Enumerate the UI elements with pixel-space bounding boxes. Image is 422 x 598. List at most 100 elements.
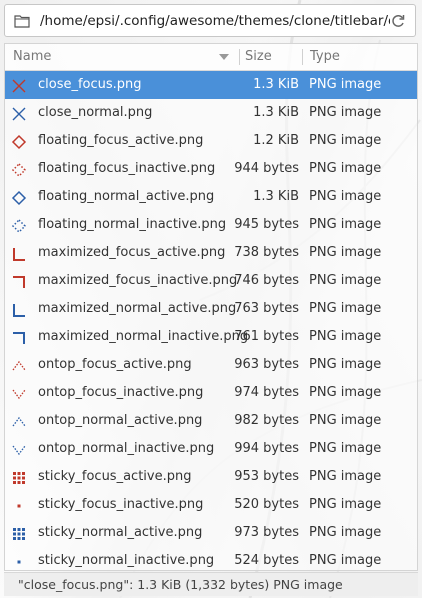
file-name: floating_focus_inactive.png — [38, 161, 216, 176]
file-size: 974 bytes — [234, 385, 299, 400]
file-row[interactable]: floating_focus_inactive.png 944 bytes PNG … — [5, 155, 417, 183]
file-name: sticky_focus_active.png — [38, 469, 192, 484]
file-row[interactable]: sticky_focus_inactive.png 520 bytes PNG im… — [5, 491, 417, 519]
file-name: floating_focus_active.png — [38, 133, 204, 148]
dotted-diamond-icon — [11, 161, 27, 178]
file-size: 524 bytes — [234, 553, 299, 568]
file-type: PNG image — [309, 441, 382, 456]
grid-icon — [11, 525, 27, 541]
file-row[interactable]: maximized_focus_inactive.png 746 bytes PNG… — [5, 267, 417, 295]
file-row[interactable]: close_normal.png 1.3 KiB PNG image — [5, 99, 417, 127]
column-header-type[interactable]: Type — [310, 44, 340, 70]
file-size: 994 bytes — [234, 441, 299, 456]
corner-top-right-icon — [11, 273, 27, 289]
column-divider[interactable] — [302, 49, 303, 65]
grid-icon — [11, 469, 27, 485]
file-name: ontop_focus_active.png — [38, 357, 192, 372]
file-size: 963 bytes — [234, 357, 299, 372]
status-bar: "close_focus.png": 1.3 KiB (1,332 bytes)… — [4, 572, 418, 596]
file-row[interactable]: maximized_normal_inactive.png 761 bytes PN… — [5, 323, 417, 351]
file-size: 944 bytes — [234, 161, 299, 176]
file-row[interactable]: sticky_normal_inactive.png 524 bytes PNG i… — [5, 547, 417, 575]
diamond-icon — [11, 133, 27, 150]
file-name: close_focus.png — [38, 77, 142, 92]
chevron-down-icon — [11, 385, 27, 401]
file-type: PNG image — [309, 189, 382, 204]
file-type: PNG image — [309, 553, 382, 568]
file-name: sticky_normal_inactive.png — [38, 553, 215, 568]
file-name: sticky_normal_active.png — [38, 525, 203, 540]
file-row[interactable]: maximized_focus_active.png 738 bytes PNG i… — [5, 239, 417, 267]
file-row[interactable]: ontop_focus_inactive.png 974 bytes PNG ima… — [5, 379, 417, 407]
file-type: PNG image — [309, 329, 382, 344]
diamond-icon — [11, 189, 27, 206]
file-type: PNG image — [309, 413, 382, 428]
file-size: 738 bytes — [234, 245, 299, 260]
close-x-icon — [11, 105, 27, 121]
file-type: PNG image — [309, 385, 382, 400]
corner-top-right-icon — [11, 329, 27, 345]
file-name: maximized_focus_active.png — [38, 245, 226, 260]
file-type: PNG image — [309, 525, 382, 540]
file-size: 763 bytes — [234, 301, 299, 316]
file-name: sticky_focus_inactive.png — [38, 497, 204, 512]
dotted-diamond-icon — [11, 217, 27, 234]
file-type: PNG image — [309, 357, 382, 372]
file-type: PNG image — [309, 469, 382, 484]
file-name: maximized_normal_active.png — [38, 301, 237, 316]
chevron-down-icon — [11, 441, 27, 457]
file-list[interactable]: Name Size Type close_focus.png 1.3 KiB PNG… — [4, 43, 418, 571]
file-name: ontop_focus_inactive.png — [38, 385, 204, 400]
list-header: Name Size Type — [5, 44, 417, 71]
status-text: "close_focus.png": 1.3 KiB (1,332 bytes)… — [18, 577, 343, 592]
file-type: PNG image — [309, 273, 382, 288]
file-size: 1.3 KiB — [253, 77, 299, 92]
location-bar[interactable]: /home/epsi/.config/awesome/themes/clone/… — [4, 4, 416, 37]
chevron-up-icon — [11, 357, 27, 373]
file-row[interactable]: close_focus.png 1.3 KiB PNG image — [5, 71, 417, 99]
column-header-size[interactable]: Size — [245, 44, 272, 70]
file-size: 973 bytes — [234, 525, 299, 540]
file-size: 761 bytes — [234, 329, 299, 344]
file-size: 520 bytes — [234, 497, 299, 512]
location-path[interactable]: /home/epsi/.config/awesome/themes/clone/… — [40, 13, 390, 29]
file-size: 1.2 KiB — [253, 133, 299, 148]
file-size: 1.3 KiB — [253, 189, 299, 204]
file-row[interactable]: maximized_normal_active.png 763 bytes PNG … — [5, 295, 417, 323]
file-size: 982 bytes — [234, 413, 299, 428]
file-type: PNG image — [309, 245, 382, 260]
file-row[interactable]: floating_focus_active.png 1.2 KiB PNG imag… — [5, 127, 417, 155]
file-row[interactable]: floating_normal_inactive.png 945 bytes PNG… — [5, 211, 417, 239]
file-type: PNG image — [309, 497, 382, 512]
file-name: floating_normal_inactive.png — [38, 217, 227, 232]
file-row[interactable]: ontop_normal_inactive.png 994 bytes PNG im… — [5, 435, 417, 463]
dot-icon — [11, 497, 27, 513]
corner-bottom-left-icon — [11, 245, 27, 261]
sort-descending-icon — [219, 54, 229, 60]
refresh-icon[interactable] — [390, 13, 406, 29]
file-size: 746 bytes — [234, 273, 299, 288]
file-type: PNG image — [309, 217, 382, 232]
file-size: 945 bytes — [234, 217, 299, 232]
file-row[interactable]: ontop_normal_active.png 982 bytes PNG imag… — [5, 407, 417, 435]
file-name: floating_normal_active.png — [38, 189, 215, 204]
file-name: close_normal.png — [38, 105, 153, 120]
column-divider[interactable] — [239, 49, 240, 65]
file-name: maximized_focus_inactive.png — [38, 273, 238, 288]
chevron-up-icon — [11, 413, 27, 429]
corner-bottom-left-icon — [11, 301, 27, 317]
file-row[interactable]: sticky_focus_active.png 953 bytes PNG imag… — [5, 463, 417, 491]
file-name: ontop_normal_inactive.png — [38, 441, 215, 456]
dot-icon — [11, 553, 27, 569]
file-type: PNG image — [309, 105, 382, 120]
file-type: PNG image — [309, 161, 382, 176]
file-name: maximized_normal_inactive.png — [38, 329, 249, 344]
file-row[interactable]: ontop_focus_active.png 963 bytes PNG image — [5, 351, 417, 379]
file-type: PNG image — [309, 77, 382, 92]
file-name: ontop_normal_active.png — [38, 413, 203, 428]
file-row[interactable]: floating_normal_active.png 1.3 KiB PNG ima… — [5, 183, 417, 211]
file-row[interactable]: sticky_normal_active.png 973 bytes PNG ima… — [5, 519, 417, 547]
file-size: 953 bytes — [234, 469, 299, 484]
column-header-name[interactable]: Name — [13, 44, 51, 70]
file-size: 1.3 KiB — [253, 105, 299, 120]
